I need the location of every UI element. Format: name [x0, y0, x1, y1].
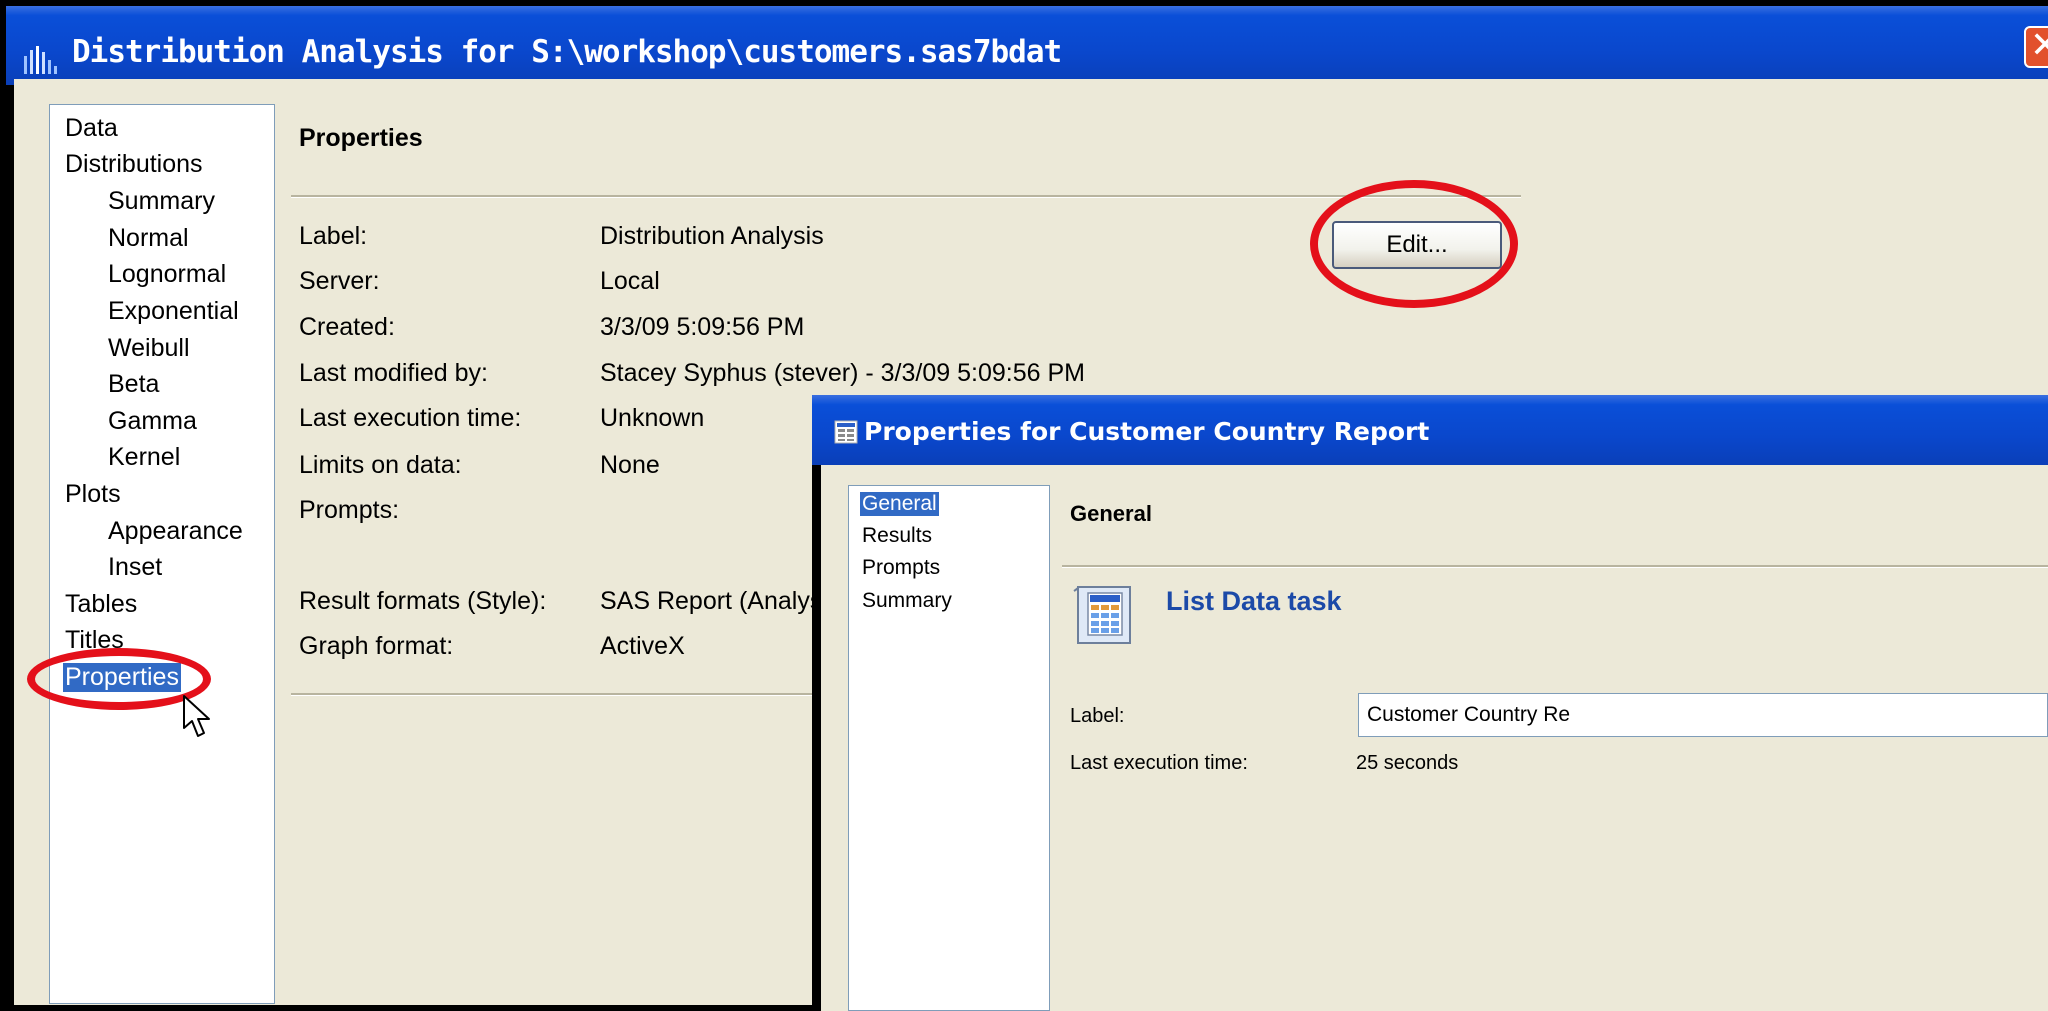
result-formats-field-value: SAS Report (Analys — [600, 587, 823, 615]
nav-item-distributions[interactable]: Distributions — [65, 150, 203, 179]
modified-field-label: Last modified by: — [299, 359, 488, 387]
graph-format-field-label: Graph format: — [299, 632, 454, 660]
tab-prompts[interactable]: Prompts — [862, 556, 940, 580]
nav-item-weibull[interactable]: Weibull — [108, 334, 190, 363]
graph-format-field-value: ActiveX — [600, 632, 685, 660]
nav-item-summary[interactable]: Summary — [108, 187, 215, 216]
nav-item-lognormal[interactable]: Lognormal — [108, 260, 226, 289]
label-field-label: Label: — [299, 222, 368, 250]
modified-field-value: Stacey Syphus (stever) - 3/3/09 5:09:56 … — [600, 359, 1085, 387]
nav-item-beta[interactable]: Beta — [108, 370, 159, 399]
tab-summary[interactable]: Summary — [862, 589, 952, 613]
task-exec-time-label: Last execution time: — [1070, 752, 1248, 774]
exec-time-field-label: Last execution time: — [299, 404, 522, 432]
general-heading: General — [1070, 501, 1152, 526]
close-button[interactable]: ✕ — [2024, 26, 2048, 68]
nav-item-kernel[interactable]: Kernel — [108, 443, 180, 472]
task-label-input[interactable]: Customer Country Re — [1358, 693, 2048, 737]
mouse-pointer-icon — [183, 695, 210, 737]
second-title-bar[interactable]: Properties for Customer Country Report — [812, 395, 2048, 465]
created-field-value: 3/3/09 5:09:56 PM — [600, 313, 805, 341]
edit-button[interactable]: Edit... — [1332, 221, 1502, 269]
task-exec-time-value: 25 seconds — [1356, 752, 1459, 774]
server-field-value: Local — [600, 267, 660, 295]
tab-general[interactable]: General — [860, 492, 939, 516]
nav-item-titles[interactable]: Titles — [65, 626, 124, 655]
exec-time-field-value: Unknown — [600, 404, 705, 432]
main-window-title: Distribution Analysis for S:\workshop\cu… — [72, 34, 1062, 70]
limits-field-value: None — [600, 451, 660, 479]
nav-item-properties[interactable]: Properties — [63, 663, 181, 692]
nav-item-plots[interactable]: Plots — [65, 480, 121, 509]
close-icon[interactable]: ✕ — [2030, 25, 2048, 66]
result-formats-field-label: Result formats (Style): — [299, 587, 547, 615]
properties-divider-top — [291, 195, 1521, 198]
distribution-chart-icon — [24, 46, 57, 74]
general-divider — [1062, 565, 2048, 568]
nav-item-inset[interactable]: Inset — [108, 553, 162, 582]
nav-item-data[interactable]: Data — [65, 114, 118, 143]
tab-results[interactable]: Results — [862, 524, 932, 548]
nav-item-appearance[interactable]: Appearance — [108, 517, 243, 546]
server-field-label: Server: — [299, 267, 380, 295]
properties-divider-bottom — [291, 693, 831, 696]
nav-item-gamma[interactable]: Gamma — [108, 407, 197, 436]
properties-heading: Properties — [299, 124, 423, 152]
task-label-field-label: Label: — [1070, 705, 1125, 727]
nav-item-tables[interactable]: Tables — [65, 590, 137, 619]
properties-sheet-icon — [834, 420, 858, 444]
label-field-value: Distribution Analysis — [600, 222, 824, 250]
prompts-field-label: Prompts: — [299, 496, 400, 524]
second-window-title: Properties for Customer Country Report — [864, 417, 1430, 446]
nav-item-exponential[interactable]: Exponential — [108, 297, 239, 326]
main-title-bar[interactable]: Distribution Analysis for S:\workshop\cu… — [6, 6, 2048, 85]
task-title: List Data task — [1166, 586, 1342, 616]
limits-field-label: Limits on data: — [299, 451, 462, 479]
created-field-label: Created: — [299, 313, 395, 341]
list-data-task-icon — [1073, 586, 1131, 644]
nav-item-normal[interactable]: Normal — [108, 224, 189, 253]
